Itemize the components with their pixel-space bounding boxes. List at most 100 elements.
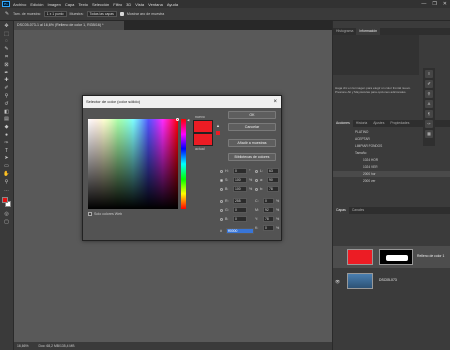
- green-input[interactable]: 0: [233, 207, 247, 213]
- lab-b-radio[interactable]: [255, 188, 258, 191]
- adjust-panel-icon[interactable]: ≡: [425, 70, 433, 78]
- hue-slider-handle[interactable]: ◀: [187, 118, 189, 122]
- sample-select[interactable]: Todas las capas: [86, 11, 117, 17]
- a-input[interactable]: 90: [267, 177, 279, 183]
- menu-edicion[interactable]: Edición: [30, 2, 43, 7]
- menu-imagen[interactable]: Imagen: [47, 2, 60, 7]
- color-field-cursor[interactable]: [176, 118, 179, 121]
- current-color-swatch[interactable]: [193, 133, 213, 146]
- frame-tool-icon[interactable]: ⊠: [3, 62, 11, 68]
- web-colors-only-checkbox[interactable]: [88, 212, 92, 216]
- history-brush-tool-icon[interactable]: ↺: [3, 101, 11, 107]
- layer-row-fill[interactable]: Relleno de color 1: [333, 246, 450, 268]
- action-item[interactable]: 2000 hor: [333, 171, 450, 177]
- tab-propiedades[interactable]: Propiedades: [387, 120, 412, 127]
- maximize-button[interactable]: ❐: [432, 1, 436, 7]
- clone-stamp-tool-icon[interactable]: ⚲: [3, 93, 11, 99]
- swatch-panel-icon[interactable]: ▦: [425, 130, 433, 138]
- hue-slider[interactable]: [181, 119, 186, 209]
- tab-acciones[interactable]: Acciones: [333, 120, 353, 127]
- ok-button[interactable]: OK: [228, 111, 276, 119]
- saturation-input[interactable]: 100: [233, 177, 247, 183]
- gamut-warning-icon[interactable]: ▲: [216, 123, 220, 128]
- type-tool-icon[interactable]: T: [3, 148, 11, 154]
- action-item[interactable]: 2000 ver: [333, 178, 450, 184]
- shape-tool-icon[interactable]: ▭: [3, 163, 11, 169]
- tab-capas[interactable]: Capas: [333, 207, 349, 214]
- blue-radio[interactable]: [220, 218, 223, 221]
- menu-ventana[interactable]: Ventana: [148, 2, 163, 7]
- tab-histograma[interactable]: Histograma: [333, 28, 356, 35]
- photoshop-logo-icon[interactable]: Ps: [2, 1, 10, 7]
- l-radio[interactable]: [255, 170, 258, 173]
- show-ring-checkbox[interactable]: [119, 12, 124, 16]
- quick-select-tool-icon[interactable]: ✎: [3, 46, 11, 52]
- hand-tool-icon[interactable]: ✋: [3, 171, 11, 177]
- tab-historia[interactable]: Historia: [353, 120, 371, 127]
- tab-ajustes[interactable]: Ajustes: [370, 120, 387, 127]
- action-item[interactable]: 1024 HOR: [333, 157, 450, 163]
- gradient-tool-icon[interactable]: ▤: [3, 116, 11, 122]
- r-radio[interactable]: [220, 200, 223, 203]
- tab-canales[interactable]: Canales: [349, 207, 367, 214]
- blue-input[interactable]: 0: [233, 216, 247, 222]
- more-tools-icon[interactable]: …: [3, 187, 11, 193]
- paths-panel-icon[interactable]: ✑: [425, 120, 433, 128]
- menu-ayuda[interactable]: Ayuda: [167, 2, 178, 7]
- marquee-tool-icon[interactable]: ⬚: [3, 31, 11, 37]
- visibility-eye-icon[interactable]: 👁: [335, 279, 340, 284]
- closest-gamut-swatch[interactable]: [216, 131, 220, 135]
- tab-informacion[interactable]: Información: [356, 28, 381, 35]
- lab-b-input[interactable]: 78: [267, 186, 279, 192]
- lasso-tool-icon[interactable]: ◌: [3, 38, 11, 44]
- zoom-level[interactable]: 16,66%: [17, 344, 29, 348]
- eyedropper-preset-icon[interactable]: ✎: [4, 11, 10, 17]
- g-radio[interactable]: [220, 209, 223, 212]
- eyedropper-tool-icon[interactable]: ✒: [3, 70, 11, 76]
- document-tab[interactable]: DSC05-073-1 al 16,6% (Relleno de color 1…: [14, 21, 124, 30]
- magenta-input[interactable]: 92: [263, 207, 274, 213]
- h-radio[interactable]: [220, 170, 223, 173]
- minimize-button[interactable]: —: [421, 1, 426, 7]
- foreground-color-swatch[interactable]: [1, 196, 8, 203]
- clone-panel-icon[interactable]: ⚲: [425, 90, 433, 98]
- menu-texto[interactable]: Texto: [78, 2, 88, 7]
- quick-mask-icon[interactable]: ◎: [3, 211, 11, 217]
- hex-input[interactable]: ff0000: [226, 228, 254, 234]
- hue-input[interactable]: 0: [233, 168, 247, 174]
- menu-archivo[interactable]: Archivo: [13, 2, 26, 7]
- b-radio[interactable]: [220, 188, 223, 191]
- menu-vista[interactable]: Vista: [135, 2, 144, 7]
- zoom-tool-icon[interactable]: ⚲: [3, 179, 11, 185]
- a-radio[interactable]: [255, 179, 258, 182]
- screen-mode-icon[interactable]: ▢: [3, 219, 11, 225]
- dodge-tool-icon[interactable]: ●: [3, 132, 11, 138]
- brightness-input[interactable]: 100: [233, 186, 247, 192]
- brush-panel-icon[interactable]: ✐: [425, 80, 433, 88]
- crop-tool-icon[interactable]: ⌗: [3, 54, 11, 60]
- paragraph-panel-icon[interactable]: ¶: [425, 110, 433, 118]
- brush-tool-icon[interactable]: ✐: [3, 85, 11, 91]
- action-item[interactable]: 1024 VER: [333, 164, 450, 170]
- cancel-button[interactable]: Cancelar: [228, 123, 276, 131]
- menu-3d[interactable]: 3D: [126, 2, 131, 7]
- red-input[interactable]: 255: [233, 198, 247, 204]
- path-select-tool-icon[interactable]: ➤: [3, 155, 11, 161]
- layer-row-photo[interactable]: 👁 DSC05-073: [333, 270, 450, 292]
- add-to-swatches-button[interactable]: Añadir a muestras: [228, 139, 276, 147]
- eraser-tool-icon[interactable]: ◧: [3, 109, 11, 115]
- healing-brush-tool-icon[interactable]: ✚: [3, 77, 11, 83]
- layer-mask-thumbnail[interactable]: [379, 249, 413, 265]
- cyan-input[interactable]: 0: [263, 198, 274, 204]
- saturation-brightness-field[interactable]: [88, 119, 178, 209]
- close-window-button[interactable]: ✕: [443, 1, 447, 7]
- action-item[interactable]: Tamaño: [333, 150, 450, 156]
- menu-capa[interactable]: Capa: [65, 2, 75, 7]
- glyphs-panel-icon[interactable]: A: [425, 100, 433, 108]
- yellow-input[interactable]: 78: [263, 216, 274, 222]
- s-radio[interactable]: [220, 179, 223, 182]
- color-libraries-button[interactable]: Bibliotecas de colores: [228, 153, 276, 161]
- l-input[interactable]: 63: [267, 168, 279, 174]
- close-icon[interactable]: ×: [273, 96, 277, 108]
- sample-size-select[interactable]: 1 x 1 punto: [43, 11, 67, 17]
